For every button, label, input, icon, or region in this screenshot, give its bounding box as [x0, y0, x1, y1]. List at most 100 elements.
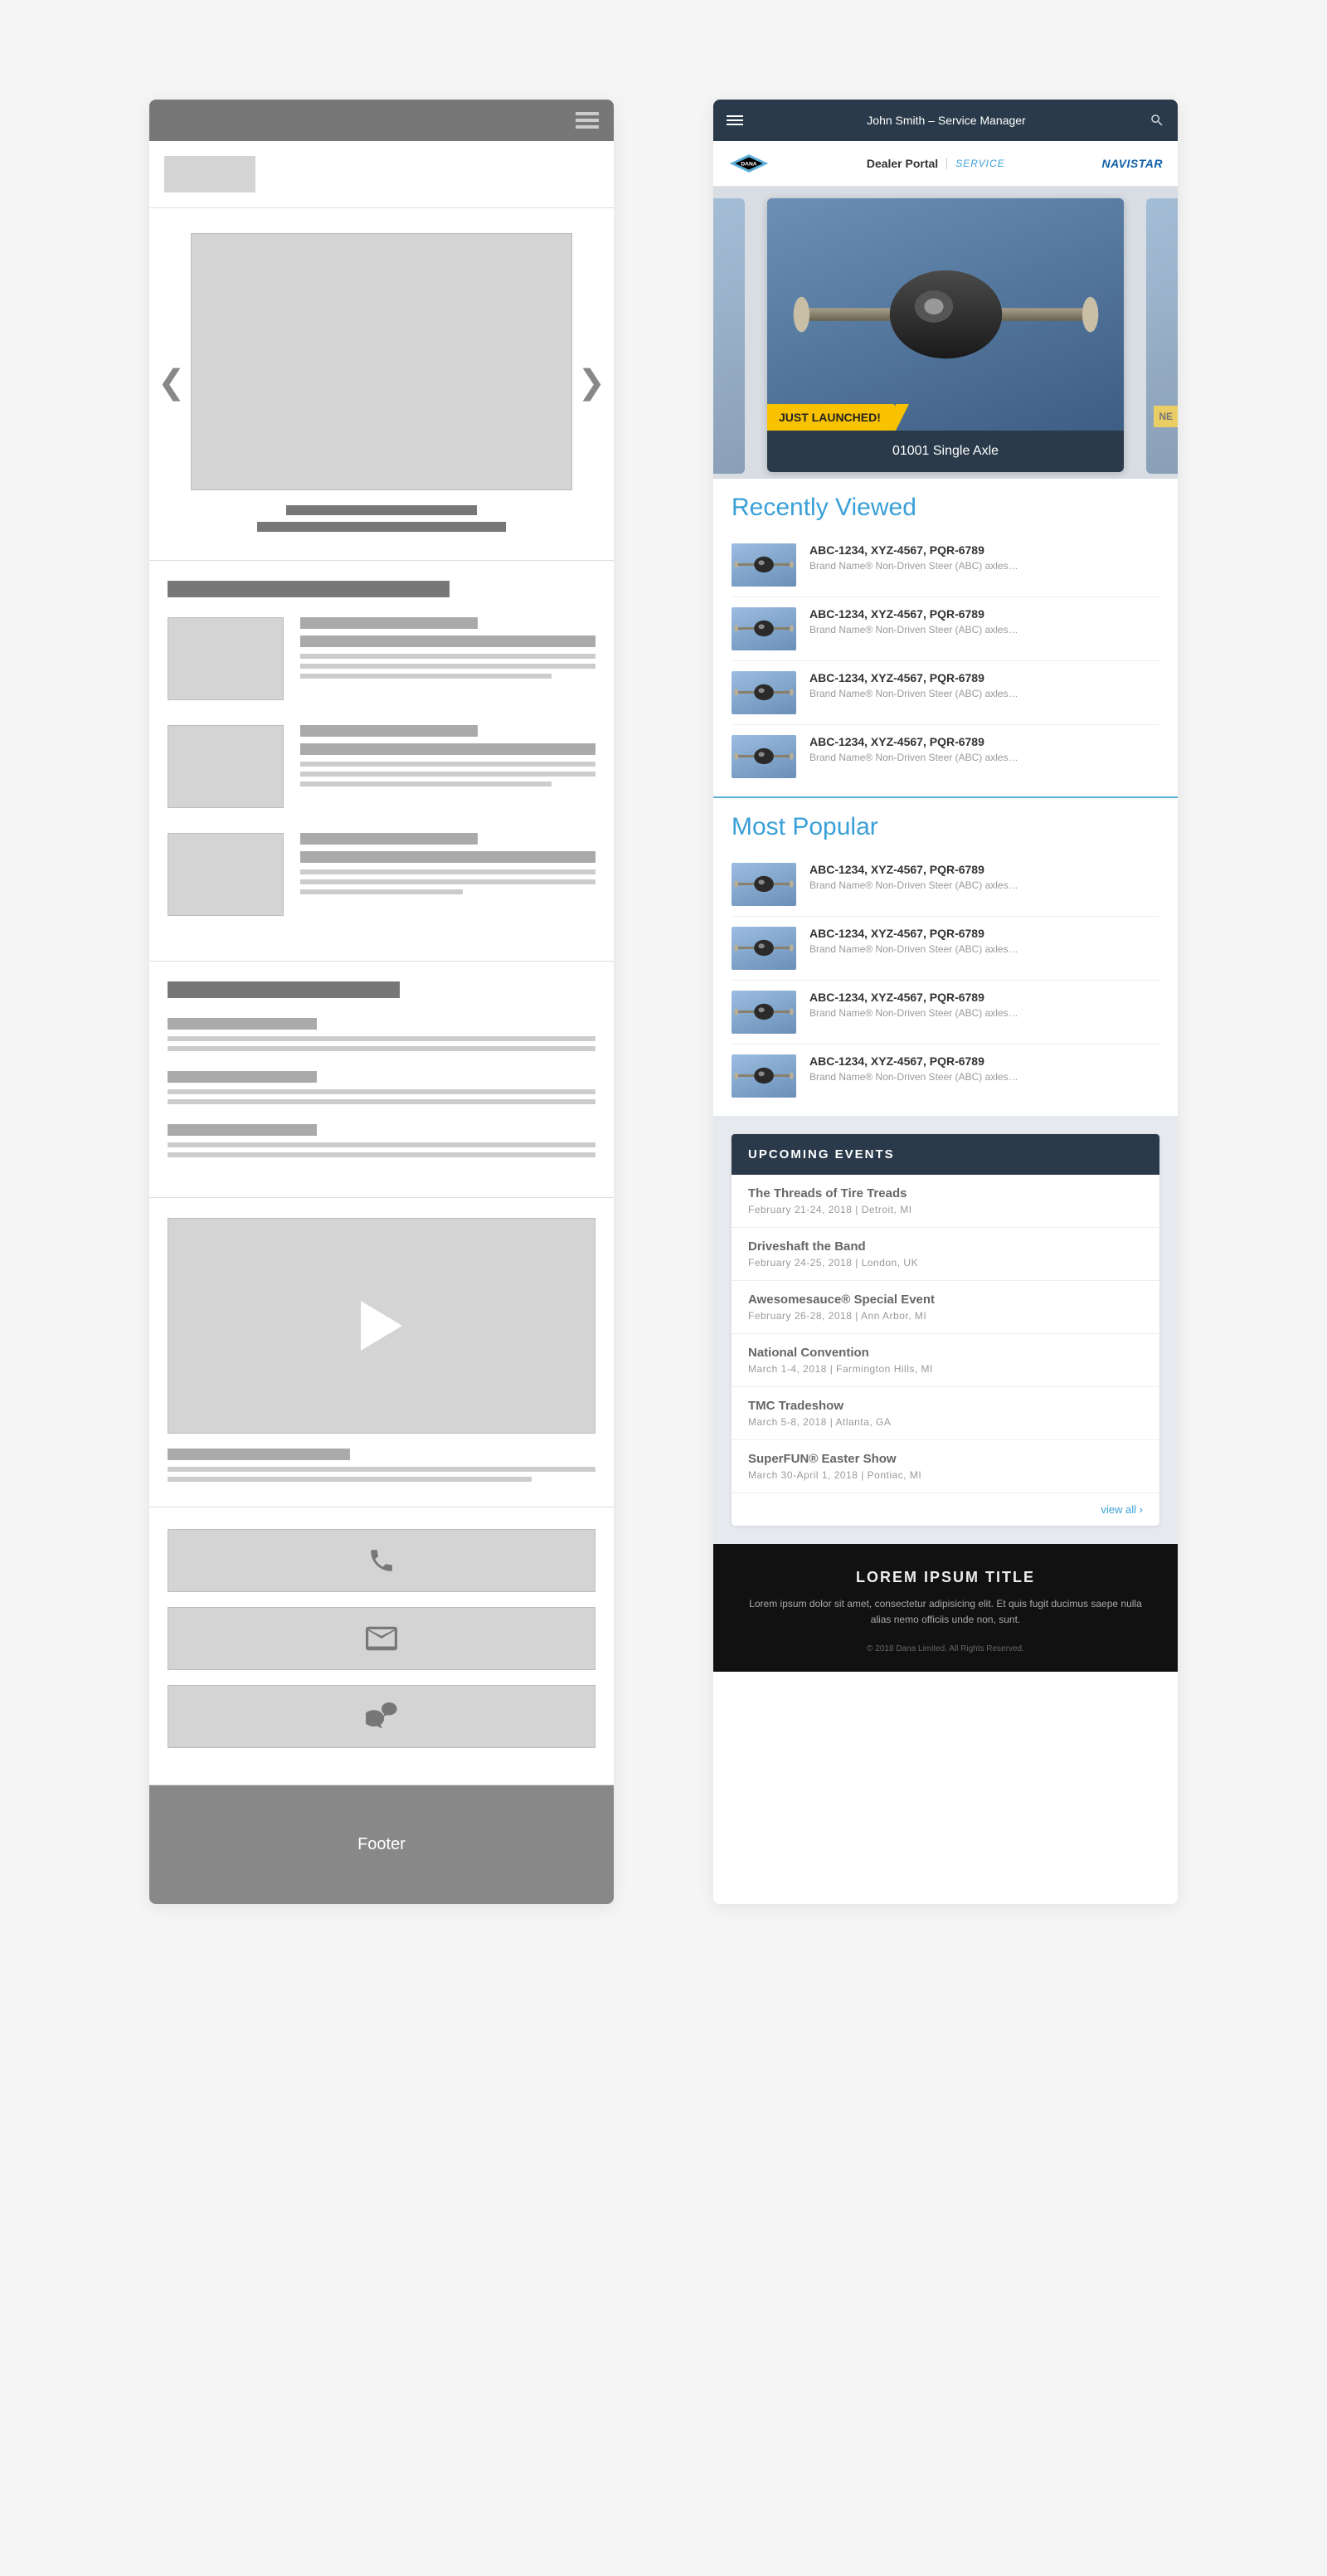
dealer-portal-label: Dealer Portal	[867, 157, 938, 170]
product-list-item[interactable]: ABC-1234, XYZ-4567, PQR-6789Brand Name® …	[732, 980, 1159, 1044]
product-list-item[interactable]: ABC-1234, XYZ-4567, PQR-6789 Brand Name® …	[732, 724, 1159, 788]
wireframe-carousel: ❮ ❯	[149, 208, 614, 561]
product-thumb	[732, 735, 796, 778]
carousel-prev-icon[interactable]: ❮	[158, 363, 186, 402]
event-title: Driveshaft the Band	[748, 1239, 1143, 1254]
envelope-icon	[366, 1626, 397, 1651]
product-item-desc: Brand Name® Non-Driven Steer (ABC) axles…	[809, 560, 1159, 572]
video-placeholder[interactable]	[168, 1218, 595, 1434]
product-item-title: ABC-1234, XYZ-4567, PQR-6789	[809, 863, 1159, 876]
brand-row: DANA Dealer Portal SERVICE NAVISTAR	[713, 141, 1178, 187]
recently-viewed-section: Recently Viewed ABC-1234, XYZ-4567, PQR-…	[713, 479, 1178, 798]
wireframe-contact-section	[149, 1507, 614, 1785]
play-icon	[361, 1301, 402, 1351]
service-label: SERVICE	[946, 158, 1004, 169]
event-item[interactable]: The Threads of Tire TreadsFebruary 21-24…	[732, 1175, 1159, 1228]
events-heading: UPCOMING EVENTS	[732, 1134, 1159, 1175]
mockup-footer: LOREM IPSUM TITLE Lorem ipsum dolor sit …	[713, 1544, 1178, 1672]
carousel-caption-line	[257, 522, 506, 532]
footer-title: LOREM IPSUM TITLE	[746, 1569, 1145, 1586]
product-item-title: ABC-1234, XYZ-4567, PQR-6789	[809, 543, 1159, 557]
user-role-label: John Smith – Service Manager	[867, 114, 1025, 127]
product-item-title: ABC-1234, XYZ-4567, PQR-6789	[809, 735, 1159, 748]
section-heading-placeholder	[168, 581, 450, 597]
product-list-item[interactable]: ABC-1234, XYZ-4567, PQR-6789 Brand Name® …	[732, 533, 1159, 597]
event-meta: February 21-24, 2018 | Detroit, MI	[748, 1204, 1143, 1215]
carousel-peek-next[interactable]: NE	[1146, 198, 1178, 474]
product-thumb	[732, 671, 796, 714]
event-meta: February 26-28, 2018 | Ann Arbor, MI	[748, 1310, 1143, 1322]
chat-icon	[366, 1702, 397, 1731]
most-popular-section: Most Popular ABC-1234, XYZ-4567, PQR-678…	[713, 798, 1178, 1116]
hamburger-icon[interactable]	[727, 115, 743, 125]
banner-peek: NE	[1154, 406, 1178, 427]
section-heading-placeholder	[168, 981, 400, 998]
product-list-item[interactable]: ABC-1234, XYZ-4567, PQR-6789 Brand Name® …	[732, 853, 1159, 916]
product-item-title: ABC-1234, XYZ-4567, PQR-6789	[809, 607, 1159, 621]
carousel-peek-prev[interactable]	[713, 198, 745, 474]
launch-banner: JUST LAUNCHED!	[767, 404, 896, 431]
event-item[interactable]: National Convention March 1-4, 2018 | Far…	[732, 1334, 1159, 1387]
product-item-desc: Brand Name® Non-Driven Steer (ABC) axles…	[809, 1071, 1159, 1083]
wireframe-list-item[interactable]	[168, 725, 595, 808]
wireframe-text-section	[149, 962, 614, 1198]
thumb-placeholder	[168, 725, 284, 808]
mockup-device: John Smith – Service Manager DANA Dealer…	[713, 100, 1178, 1904]
hamburger-icon[interactable]	[576, 112, 599, 129]
thumb-placeholder	[168, 833, 284, 916]
event-item[interactable]: Driveshaft the Band February 24-25, 2018 …	[732, 1228, 1159, 1281]
product-item-desc: Brand Name® Non-Driven Steer (ABC) axles…	[809, 752, 1159, 763]
wireframe-device: ❮ ❯	[149, 100, 614, 1904]
product-item-desc: Brand Name® Non-Driven Steer (ABC) axles…	[809, 624, 1159, 635]
product-list-item[interactable]: ABC-1234, XYZ-4567, PQR-6789 Brand Name® …	[732, 597, 1159, 660]
section-heading: Most Popular	[732, 813, 1159, 841]
navistar-logo: NAVISTAR	[1102, 157, 1163, 170]
wireframe-list-item[interactable]	[168, 833, 595, 916]
product-image: JUST LAUNCHED!	[767, 198, 1124, 431]
footer-body: Lorem ipsum dolor sit amet, consectetur …	[746, 1596, 1145, 1628]
product-item-title: ABC-1234, XYZ-4567, PQR-6789	[809, 927, 1159, 940]
email-button[interactable]	[168, 1607, 595, 1670]
axle-icon	[785, 242, 1106, 387]
svg-text:DANA: DANA	[741, 162, 756, 168]
event-meta: February 24-25, 2018 | London, UK	[748, 1257, 1143, 1269]
product-item-desc: Brand Name® Non-Driven Steer (ABC) axles…	[809, 688, 1159, 699]
section-heading: Recently Viewed	[732, 494, 1159, 522]
event-title: National Convention	[748, 1346, 1143, 1360]
product-list-item[interactable]: ABC-1234, XYZ-4567, PQR-6789 Brand Name® …	[732, 660, 1159, 724]
product-list-item[interactable]: ABC-1234, XYZ-4567, PQR-6789Brand Name® …	[732, 1044, 1159, 1108]
carousel-next-icon[interactable]: ❯	[577, 363, 605, 402]
product-item-title: ABC-1234, XYZ-4567, PQR-6789	[809, 671, 1159, 684]
product-list-item[interactable]: ABC-1234, XYZ-4567, PQR-6789Brand Name® …	[732, 916, 1159, 980]
phone-icon	[367, 1546, 396, 1575]
wireframe-list-item[interactable]	[168, 617, 595, 700]
event-meta: March 1-4, 2018 | Farmington Hills, MI	[748, 1363, 1143, 1375]
event-item[interactable]: TMC Tradeshow March 5-8, 2018 | Atlanta, …	[732, 1387, 1159, 1440]
event-item[interactable]: Awesomesauce® Special Event February 26-2…	[732, 1281, 1159, 1334]
product-thumb	[732, 863, 796, 906]
thumb-placeholder	[168, 617, 284, 700]
chat-button[interactable]	[168, 1685, 595, 1748]
event-item[interactable]: SuperFUN® Easter ShowMarch 30-April 1, 2…	[732, 1440, 1159, 1493]
carousel-image-placeholder[interactable]	[191, 233, 572, 490]
wireframe-footer: Footer	[149, 1785, 614, 1904]
event-title: SuperFUN® Easter Show	[748, 1452, 1143, 1466]
events-section: UPCOMING EVENTS The Threads of Tire Trea…	[713, 1116, 1178, 1544]
product-item-desc: Brand Name® Non-Driven Steer (ABC) axles…	[809, 879, 1159, 891]
footer-copyright: © 2018 Dana Limited. All Rights Reserved…	[746, 1644, 1145, 1653]
product-thumb	[732, 543, 796, 587]
dana-logo: DANA	[728, 153, 770, 174]
product-thumb	[732, 927, 796, 970]
carousel-card[interactable]: JUST LAUNCHED! 01001 Single Axle	[767, 198, 1124, 472]
carousel-caption-line	[286, 505, 477, 515]
event-meta: March 5-8, 2018 | Atlanta, GA	[748, 1416, 1143, 1428]
phone-button[interactable]	[168, 1529, 595, 1592]
search-icon[interactable]	[1150, 113, 1164, 128]
event-title: TMC Tradeshow	[748, 1399, 1143, 1413]
mockup-header: John Smith – Service Manager	[713, 100, 1178, 141]
product-title: 01001 Single Axle	[767, 431, 1124, 472]
event-title: Awesomesauce® Special Event	[748, 1293, 1143, 1307]
product-carousel: JUST LAUNCHED! 01001 Single Axle NE	[713, 187, 1178, 479]
logo-placeholder	[164, 156, 255, 192]
view-all-link[interactable]: view all ›	[732, 1493, 1159, 1526]
